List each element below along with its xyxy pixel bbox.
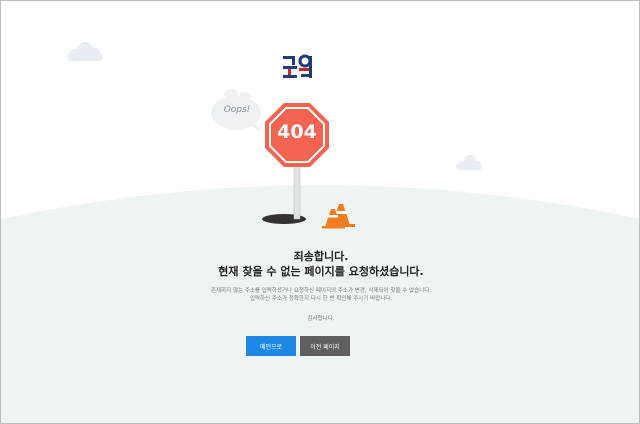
page-title: 죄송합니다. [293,250,349,263]
oops-text: Oops! [223,105,251,115]
404-illustration [67,42,482,229]
sign-pole [293,158,301,220]
go-main-button[interactable]: 메인으로 [246,336,296,356]
cloud-icon [456,155,482,170]
error-page: 국회 [0,0,640,424]
page-subtitle: 현재 찾을 수 없는 페이지를 요청하셨습니다. [218,265,424,278]
error-code: 404 [277,121,317,143]
previous-page-button[interactable]: 이전 페이지 [300,336,350,356]
cloud-icon [67,42,103,61]
thanks-text: 감사합니다. [307,316,335,322]
description-line: 존재하지 않는 주소를 입력하셨거나 요청하신 페이지의 주소가 변경, 삭제되… [210,288,432,294]
description-line: 입력하신 주소가 정확한지 다시 한 번 확인해 주시기 바랍니다. [249,296,393,302]
